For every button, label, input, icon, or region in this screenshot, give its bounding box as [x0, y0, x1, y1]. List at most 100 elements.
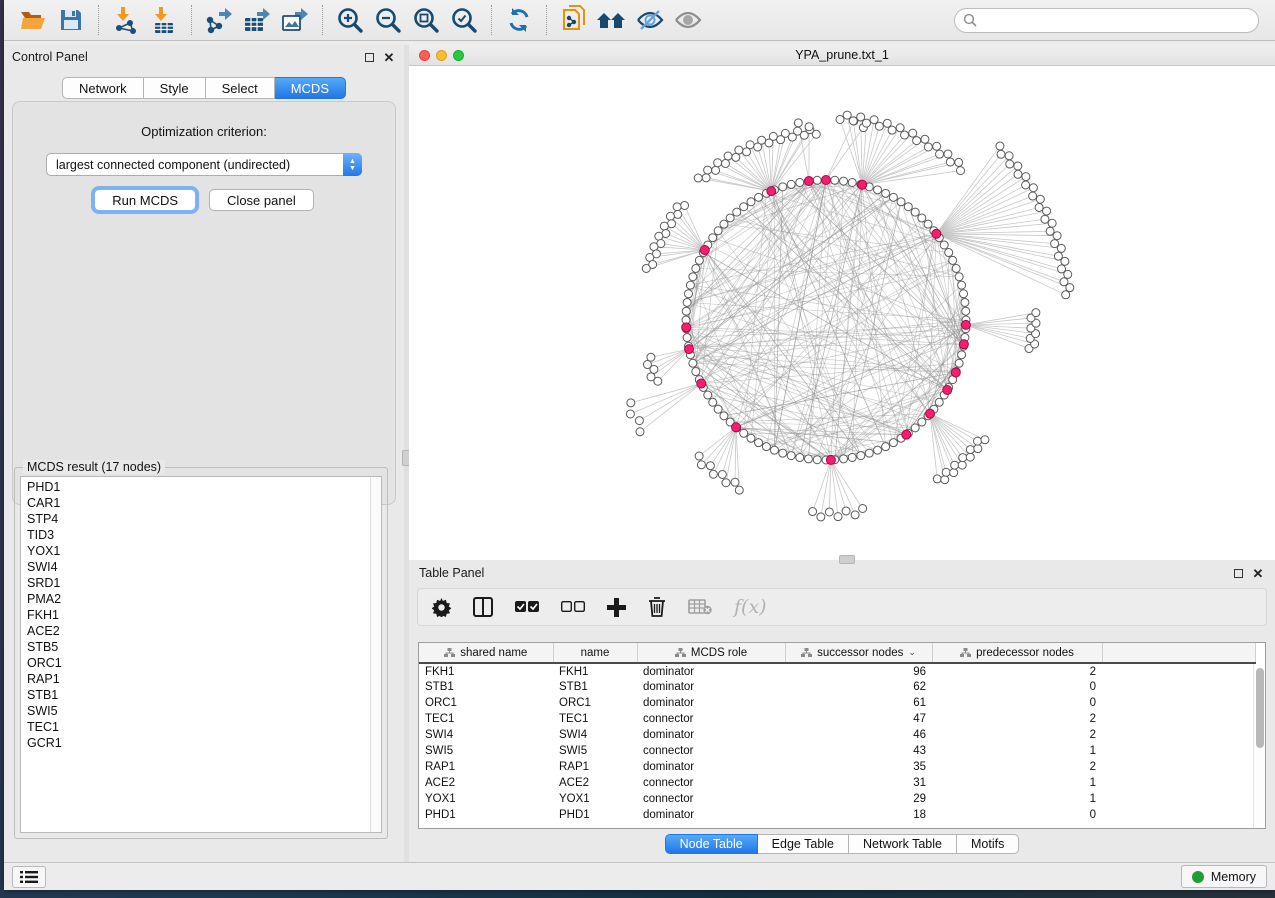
- column-header-predecessor-nodes[interactable]: predecessor nodes: [932, 643, 1102, 663]
- tab-edge-table[interactable]: Edge Table: [758, 834, 849, 854]
- mcds-result-item[interactable]: ACE2: [27, 623, 381, 639]
- mcds-result-item[interactable]: STP4: [27, 511, 381, 527]
- table-row[interactable]: STB1STB1dominator620: [419, 679, 1255, 695]
- zoom-out-icon[interactable]: [369, 4, 407, 36]
- column-header-successor-nodes[interactable]: successor nodes⌄: [785, 643, 932, 663]
- tab-network-table[interactable]: Network Table: [849, 834, 957, 854]
- table-cell[interactable]: dominator: [637, 663, 785, 679]
- table-cell[interactable]: [1102, 711, 1255, 727]
- tab-motifs[interactable]: Motifs: [957, 834, 1019, 854]
- save-session-icon[interactable]: [52, 4, 90, 36]
- table-cell[interactable]: connector: [637, 791, 785, 807]
- first-neighbors-icon[interactable]: [593, 4, 631, 36]
- table-cell[interactable]: RAP1: [553, 759, 637, 775]
- mcds-result-item[interactable]: CAR1: [27, 495, 381, 511]
- table-cell[interactable]: 2: [932, 727, 1102, 743]
- table-cell[interactable]: ORC1: [419, 695, 553, 711]
- mcds-result-item[interactable]: SRD1: [27, 575, 381, 591]
- mcds-result-item[interactable]: RAP1: [27, 671, 381, 687]
- table-cell[interactable]: [1102, 759, 1255, 775]
- table-cell[interactable]: [1102, 743, 1255, 759]
- table-cell[interactable]: [1102, 775, 1255, 791]
- table-cell[interactable]: [1102, 791, 1255, 807]
- deselect-all-icon[interactable]: [561, 600, 585, 614]
- table-cell[interactable]: dominator: [637, 759, 785, 775]
- table-cell[interactable]: YOX1: [419, 791, 553, 807]
- node-table[interactable]: shared namenameMCDS rolesuccessor nodes⌄…: [418, 642, 1266, 829]
- column-header-name[interactable]: name: [553, 643, 637, 663]
- table-row[interactable]: SWI5SWI5connector431: [419, 743, 1255, 759]
- export-image-icon[interactable]: [276, 4, 314, 36]
- task-history-button[interactable]: [12, 866, 46, 888]
- table-cell[interactable]: dominator: [637, 695, 785, 711]
- table-cell[interactable]: FKH1: [419, 663, 553, 679]
- table-cell[interactable]: 61: [785, 695, 932, 711]
- table-row[interactable]: ORC1ORC1dominator610: [419, 695, 1255, 711]
- mcds-result-item[interactable]: STB5: [27, 639, 381, 655]
- table-row[interactable]: SWI4SWI4dominator462: [419, 727, 1255, 743]
- table-cell[interactable]: connector: [637, 711, 785, 727]
- export-network-icon[interactable]: [200, 4, 238, 36]
- table-cell[interactable]: 2: [932, 663, 1102, 679]
- table-cell[interactable]: 18: [785, 807, 932, 823]
- table-cell[interactable]: ORC1: [553, 695, 637, 711]
- table-cell[interactable]: FKH1: [553, 663, 637, 679]
- table-cell[interactable]: connector: [637, 775, 785, 791]
- select-all-icon[interactable]: [515, 600, 539, 614]
- hide-selected-icon[interactable]: [631, 4, 669, 36]
- table-cell[interactable]: 0: [932, 807, 1102, 823]
- tab-style[interactable]: Style: [144, 77, 206, 99]
- table-cell[interactable]: SWI5: [553, 743, 637, 759]
- float-panel-icon[interactable]: [362, 50, 376, 64]
- table-cell[interactable]: SWI4: [553, 727, 637, 743]
- mcds-result-item[interactable]: ORC1: [27, 655, 381, 671]
- table-cell[interactable]: TEC1: [553, 711, 637, 727]
- table-cell[interactable]: [1102, 679, 1255, 695]
- tab-network[interactable]: Network: [62, 77, 144, 99]
- table-cell[interactable]: 1: [932, 775, 1102, 791]
- mcds-result-item[interactable]: TEC1: [27, 719, 381, 735]
- table-cell[interactable]: connector: [637, 743, 785, 759]
- open-file-icon[interactable]: [14, 4, 52, 36]
- table-cell[interactable]: ACE2: [419, 775, 553, 791]
- close-panel-icon[interactable]: ✕: [382, 50, 396, 64]
- table-row[interactable]: YOX1YOX1connector291: [419, 791, 1255, 807]
- mcds-result-item[interactable]: TID3: [27, 527, 381, 543]
- table-cell[interactable]: TEC1: [419, 711, 553, 727]
- column-header-mcds-role[interactable]: MCDS role: [637, 643, 785, 663]
- table-cell[interactable]: STB1: [553, 679, 637, 695]
- table-row[interactable]: ACE2ACE2connector311: [419, 775, 1255, 791]
- table-cell[interactable]: dominator: [637, 807, 785, 823]
- table-cell[interactable]: 35: [785, 759, 932, 775]
- table-cell[interactable]: [1102, 727, 1255, 743]
- table-cell[interactable]: SWI4: [419, 727, 553, 743]
- table-cell[interactable]: PHD1: [419, 807, 553, 823]
- mcds-result-item[interactable]: SWI4: [27, 559, 381, 575]
- mcds-result-item[interactable]: PMA2: [27, 591, 381, 607]
- mcds-result-item[interactable]: PHD1: [27, 479, 381, 495]
- sort-chevron-icon[interactable]: ⌄: [908, 647, 916, 658]
- table-cell[interactable]: 1: [932, 743, 1102, 759]
- table-cell[interactable]: YOX1: [553, 791, 637, 807]
- mcds-result-item[interactable]: FKH1: [27, 607, 381, 623]
- table-cell[interactable]: dominator: [637, 727, 785, 743]
- table-row[interactable]: PHD1PHD1dominator180: [419, 807, 1255, 823]
- tab-select[interactable]: Select: [206, 77, 275, 99]
- table-cell[interactable]: 29: [785, 791, 932, 807]
- refresh-layout-icon[interactable]: [500, 4, 538, 36]
- search-input[interactable]: [977, 13, 1250, 27]
- clone-network-icon[interactable]: [555, 4, 593, 36]
- table-cell[interactable]: 47: [785, 711, 932, 727]
- table-row[interactable]: TEC1TEC1connector472: [419, 711, 1255, 727]
- table-cell[interactable]: STB1: [419, 679, 553, 695]
- table-cell[interactable]: ACE2: [553, 775, 637, 791]
- table-cell[interactable]: SWI5: [419, 743, 553, 759]
- table-cell[interactable]: [1102, 663, 1255, 679]
- show-columns-icon[interactable]: [473, 597, 493, 617]
- float-table-panel-icon[interactable]: [1231, 566, 1245, 580]
- network-window-titlebar[interactable]: YPA_prune.txt_1: [409, 45, 1275, 66]
- network-graph[interactable]: [409, 66, 1275, 559]
- table-cell[interactable]: 46: [785, 727, 932, 743]
- table-scrollbar[interactable]: [1253, 664, 1265, 828]
- list-scrollbar[interactable]: [370, 477, 381, 832]
